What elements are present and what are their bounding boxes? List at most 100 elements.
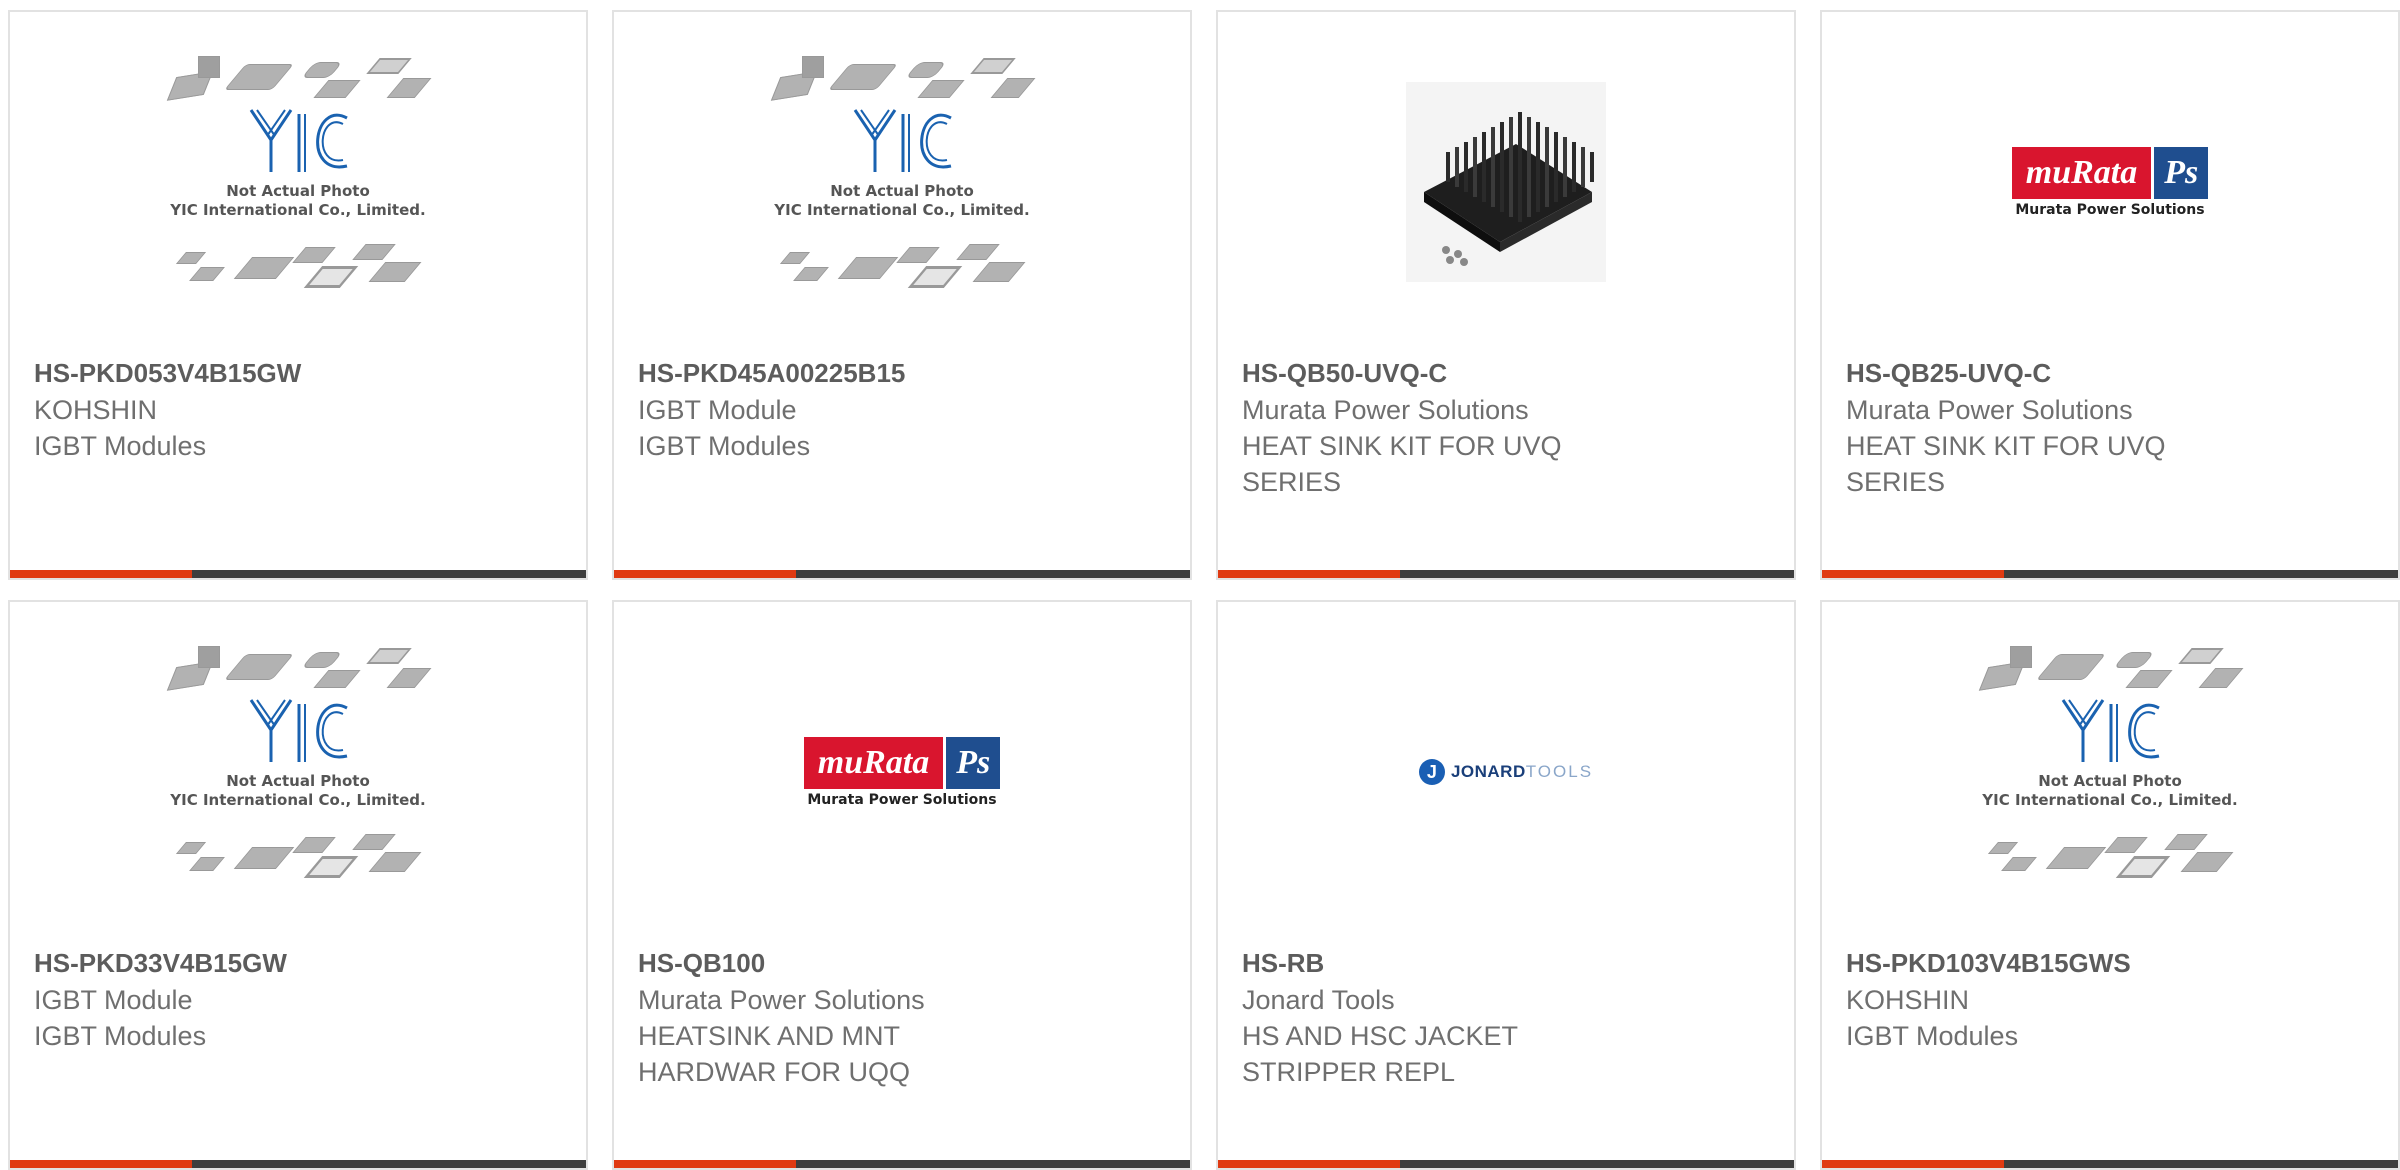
product-info: HS-QB50-UVQ-C Murata Power Solutions HEA… (1242, 355, 1770, 500)
product-card[interactable]: HS-QB50-UVQ-C Murata Power Solutions HEA… (1216, 10, 1796, 580)
yic-note-line-1: Not Actual Photo (226, 772, 370, 790)
chip-icon (189, 267, 225, 281)
part-number[interactable]: HS-QB100 (638, 945, 1166, 982)
part-number[interactable]: HS-RB (1242, 945, 1770, 982)
chip-icon (175, 252, 207, 264)
chip-icon (301, 62, 343, 78)
manufacturer: Murata Power Solutions (638, 985, 925, 1015)
product-info: HS-PKD45A00225B15 IGBT Module IGBT Modul… (638, 355, 1166, 464)
chip-icon (2001, 857, 2037, 871)
product-card[interactable]: Not Actual Photo YIC International Co., … (8, 600, 588, 1170)
product-card[interactable]: muRata Ps Murata Power Solutions HS-QB10… (612, 600, 1192, 1170)
yic-placeholder-image: Not Actual Photo YIC International Co., … (163, 642, 433, 902)
jonard-brand-bold: JONARD (1450, 762, 1526, 781)
product-card[interactable]: Not Actual Photo YIC International Co., … (612, 10, 1192, 580)
description-line-1: IGBT Modules (34, 1021, 207, 1051)
heatsink-fin (1473, 167, 1477, 197)
part-number[interactable]: HS-PKD45A00225B15 (638, 355, 1166, 392)
chip-icon (189, 857, 225, 871)
description-line-1: HS AND HSC JACKET (1242, 1021, 1519, 1051)
heatsink-fin (1545, 177, 1549, 207)
chip-icon (907, 266, 963, 288)
jonard-mark-icon: J (1418, 759, 1445, 785)
product-image[interactable]: muRata Ps Murata Power Solutions (1822, 12, 2398, 352)
chip-icon (779, 252, 811, 264)
description-line-2: SERIES (1242, 467, 1342, 497)
murata-ps-mark: Ps (946, 736, 1001, 789)
chip-icon (1987, 842, 2019, 854)
chip-icon (917, 80, 965, 98)
product-info: HS-QB25-UVQ-C Murata Power Solutions HEA… (1846, 355, 2374, 500)
chip-icon (352, 834, 396, 850)
product-card[interactable]: Not Actual Photo YIC International Co., … (8, 10, 588, 580)
yic-placeholder-image: Not Actual Photo YIC International Co., … (1975, 642, 2245, 902)
part-number[interactable]: HS-QB50-UVQ-C (1242, 355, 1770, 392)
product-image[interactable]: Not Actual Photo YIC International Co., … (614, 12, 1190, 352)
chip-icon (303, 266, 359, 288)
heatsink-photo (1406, 82, 1606, 282)
product-image[interactable] (1218, 12, 1794, 352)
heatsink-fin (1500, 182, 1504, 212)
chip-icon (2178, 648, 2224, 664)
chip-icon (2125, 670, 2173, 688)
yic-note-line-1: Not Actual Photo (830, 182, 974, 200)
product-info: HS-QB100 Murata Power Solutions HEATSINK… (638, 945, 1166, 1090)
manufacturer: IGBT Module (638, 395, 797, 425)
manufacturer: Jonard Tools (1242, 985, 1395, 1015)
description-line-1: HEAT SINK KIT FOR UVQ (1846, 431, 2166, 461)
product-info: HS-PKD33V4B15GW IGBT Module IGBT Modules (34, 945, 562, 1054)
description-line-1: HEATSINK AND MNT (638, 1021, 901, 1051)
heatsink-fin (1527, 187, 1531, 217)
product-image[interactable]: J JONARD TOOLS (1218, 602, 1794, 942)
yic-logo (163, 106, 433, 181)
chip-icon (198, 646, 220, 668)
description-line-1: HEAT SINK KIT FOR UVQ (1242, 431, 1562, 461)
chip-icon (972, 262, 1026, 282)
part-number[interactable]: HS-PKD053V4B15GW (34, 355, 562, 392)
chip-icon (366, 58, 412, 74)
part-number[interactable]: HS-QB25-UVQ-C (1846, 355, 2374, 392)
chip-icon (352, 244, 396, 260)
chip-icon (368, 852, 422, 872)
murata-logo: muRata Ps Murata Power Solutions (2011, 146, 2209, 218)
manufacturer: Murata Power Solutions (1846, 395, 2133, 425)
yic-logo (1975, 696, 2245, 771)
card-bottom-bar (1218, 570, 1794, 578)
yic-note: Not Actual Photo YIC International Co., … (163, 772, 433, 810)
chip-icon (828, 64, 898, 90)
yic-note-line-2: YIC International Co., Limited. (170, 201, 426, 219)
description-line-1: IGBT Modules (638, 431, 811, 461)
product-image[interactable]: muRata Ps Murata Power Solutions (614, 602, 1190, 942)
product-card[interactable]: J JONARD TOOLS HS-RB Jonard Tools HS AND… (1216, 600, 1796, 1170)
product-card[interactable]: Not Actual Photo YIC International Co., … (1820, 600, 2400, 1170)
description-line-2: STRIPPER REPL (1242, 1057, 1456, 1087)
murata-ps-mark: Ps (2154, 146, 2209, 199)
card-accent-bar (1822, 570, 2004, 578)
chip-icon (2113, 652, 2155, 668)
product-card[interactable]: muRata Ps Murata Power Solutions HS-QB25… (1820, 10, 2400, 580)
chip-icon (2036, 654, 2106, 680)
heatsink-fin (1536, 182, 1540, 212)
yic-placeholder-image: Not Actual Photo YIC International Co., … (767, 52, 1037, 312)
chip-icon (970, 58, 1016, 74)
chip-icon (366, 648, 412, 664)
yic-logo-icon (2061, 699, 2160, 762)
heatsink-fin (1572, 162, 1576, 192)
chip-icon (2115, 856, 2171, 878)
description-line-1: IGBT Modules (1846, 1021, 2019, 1051)
chip-icon (386, 668, 432, 688)
product-image[interactable]: Not Actual Photo YIC International Co., … (10, 12, 586, 352)
product-image[interactable]: Not Actual Photo YIC International Co., … (10, 602, 586, 942)
yic-logo-icon (853, 109, 952, 172)
chip-icon (303, 856, 359, 878)
chip-icon (386, 78, 432, 98)
product-image[interactable]: Not Actual Photo YIC International Co., … (1822, 602, 2398, 942)
part-number[interactable]: HS-PKD33V4B15GW (34, 945, 562, 982)
chip-icon (233, 257, 295, 279)
card-accent-bar (1218, 570, 1400, 578)
yic-note-line-2: YIC International Co., Limited. (170, 791, 426, 809)
description-line-1: IGBT Modules (34, 431, 207, 461)
product-info: HS-PKD103V4B15GWS KOHSHIN IGBT Modules (1846, 945, 2374, 1054)
yic-logo-icon (249, 109, 348, 172)
part-number[interactable]: HS-PKD103V4B15GWS (1846, 945, 2374, 982)
